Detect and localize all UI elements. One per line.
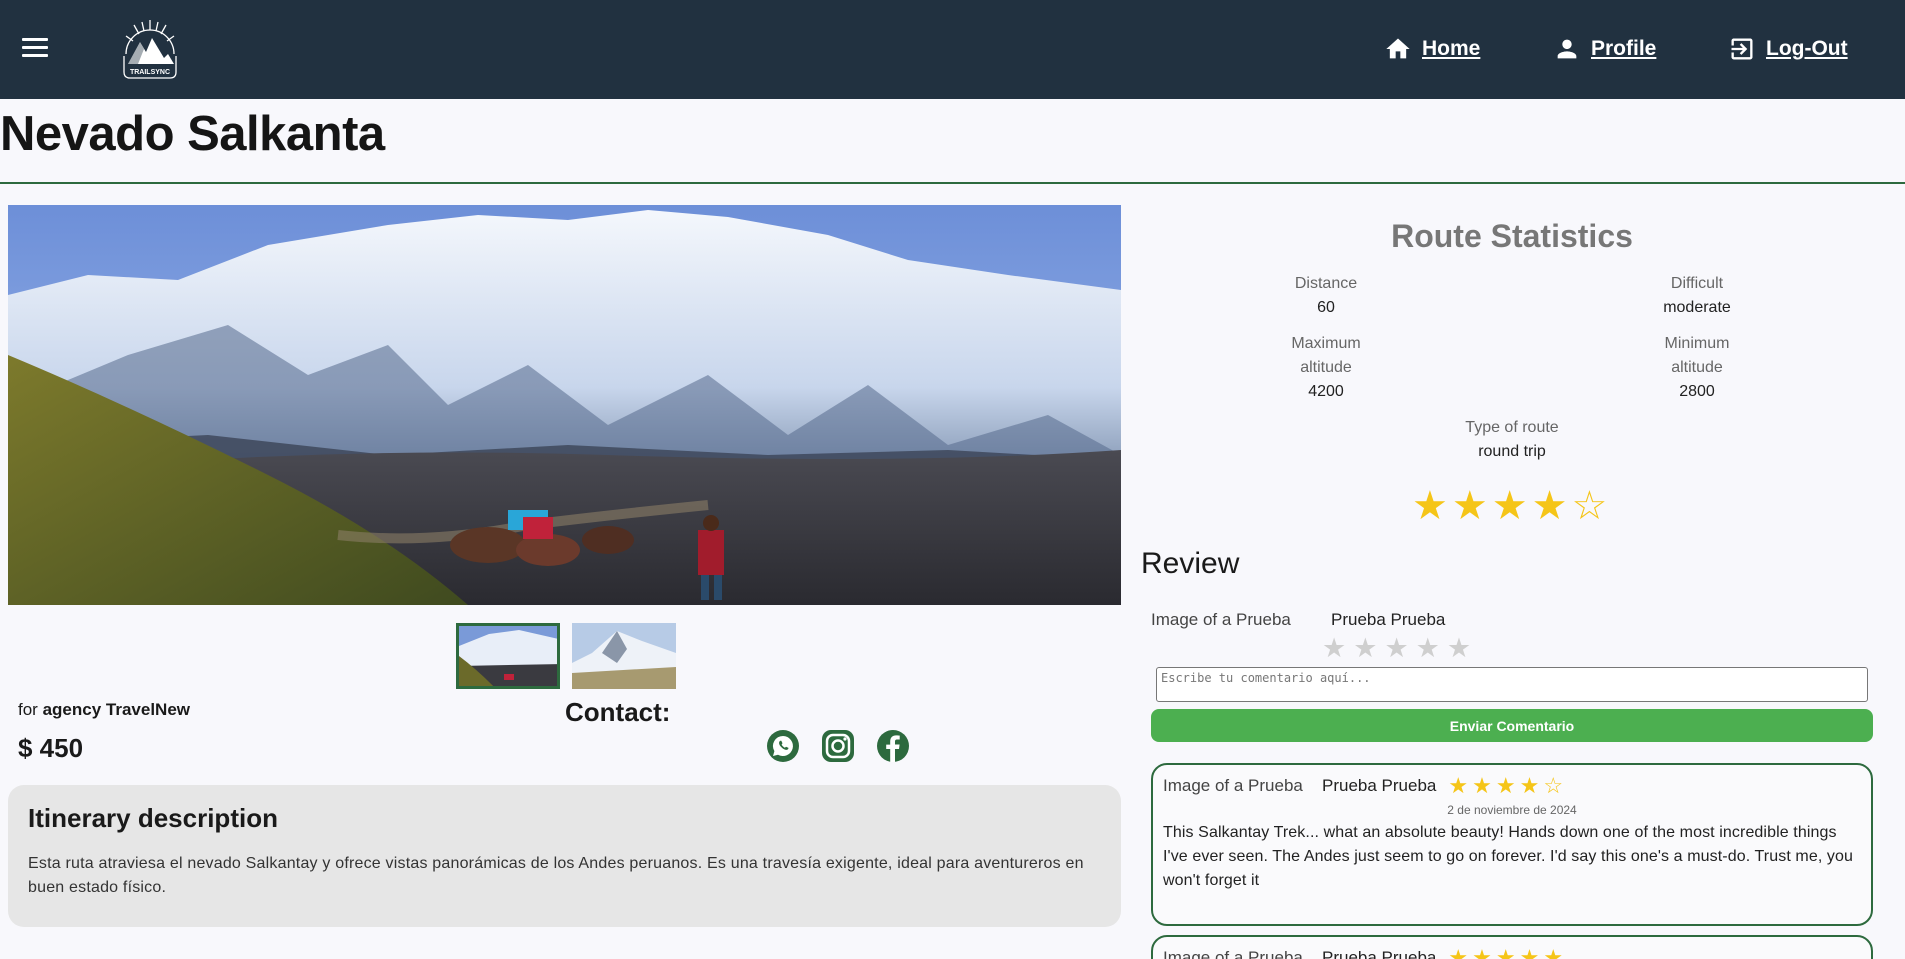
star-picker-1-icon[interactable]: ★ [1322, 633, 1346, 664]
nav-logout-label: Log-Out [1766, 37, 1848, 60]
review-comment-input[interactable] [1156, 667, 1868, 702]
stat-max-altitude: Maximum altitude 4200 [1226, 332, 1426, 404]
whatsapp-icon[interactable] [765, 728, 801, 764]
star-filled-icon: ★ [1495, 945, 1516, 959]
logout-icon [1731, 38, 1753, 60]
star-filled-icon: ★ [1495, 773, 1516, 798]
review-card-header: Image of a Prueba Prueba Prueba ★ ★ ★ ★ ★ [1163, 947, 1861, 959]
stat-distance-label: Distance [1294, 275, 1358, 292]
star-filled-icon: ★ [1448, 945, 1469, 959]
review-card: Image of a Prueba Prueba Prueba ★ ★ ★ ★ ★ [1151, 935, 1873, 959]
review-title: Review [1141, 547, 1240, 580]
review-card-header: Image of a Prueba Prueba Prueba ★ ★ ★ ★ ☆ [1163, 775, 1861, 797]
nav-home-label: Home [1422, 37, 1481, 60]
star-picker-4-icon[interactable]: ★ [1416, 633, 1440, 664]
review-rating-stars: ★ ★ ★ ★ ☆ [1448, 775, 1563, 797]
star-picker-2-icon[interactable]: ★ [1353, 633, 1377, 664]
stat-min-altitude-label-1: Minimum [1664, 335, 1730, 352]
hamburger-menu-icon[interactable] [22, 38, 48, 62]
stat-difficult-value: moderate [1663, 299, 1731, 316]
review-text: This Salkantay Trek... what an absolute … [1163, 824, 1854, 889]
stat-min-altitude: Minimum altitude 2800 [1597, 332, 1797, 404]
home-icon [1386, 38, 1410, 59]
review-form-avatar: Image of a Prueba [1151, 610, 1291, 629]
review-form-star-picker[interactable]: ★ ★ ★ ★ ★ [1322, 633, 1471, 664]
agency-prefix: for [18, 700, 38, 719]
star-filled-icon: ★ [1448, 773, 1469, 798]
star-filled-icon: ★ [1543, 945, 1564, 959]
review-card: Image of a Prueba Prueba Prueba ★ ★ ★ ★ ☆ 2 … [1151, 763, 1873, 926]
route-statistics-title: Route Statistics [1391, 218, 1633, 254]
stat-distance-value: 60 [1317, 299, 1335, 316]
stat-max-altitude-label-2: altitude [1300, 359, 1352, 376]
stat-max-altitude-value: 4200 [1308, 383, 1344, 400]
contact-label: Contact: [565, 697, 671, 727]
review-author-name: Prueba Prueba [1322, 948, 1437, 959]
agency-line: for agency TravelNew [18, 700, 190, 720]
itinerary-title: Itinerary description [28, 803, 278, 833]
page-title: Nevado Salkanta [0, 107, 385, 161]
instagram-icon[interactable] [820, 728, 856, 764]
star-filled-icon: ★ [1412, 484, 1448, 528]
route-rating-stars: ★ ★ ★ ★ ☆ [1412, 484, 1607, 528]
nav-profile-link[interactable]: Profile [1553, 34, 1656, 64]
review-avatar: Image of a Prueba [1163, 776, 1303, 795]
route-price: $ 450 [18, 733, 84, 763]
itinerary-text: Esta ruta atraviesa el nevado Salkantay … [28, 855, 1084, 896]
stat-min-altitude-label-2: altitude [1671, 359, 1723, 376]
person-icon [1557, 39, 1577, 59]
star-empty-icon: ☆ [1543, 773, 1564, 798]
stat-route-type: Type of route round trip [1412, 416, 1612, 464]
star-filled-icon: ★ [1472, 945, 1492, 959]
route-main-image [8, 205, 1121, 605]
nav-home-link[interactable]: Home [1384, 34, 1480, 64]
thumbnail-image-1[interactable] [456, 623, 560, 689]
stat-distance: Distance 60 [1226, 272, 1426, 320]
review-rating-stars: ★ ★ ★ ★ ★ [1448, 947, 1563, 959]
star-picker-5-icon[interactable]: ★ [1447, 633, 1471, 664]
review-avatar: Image of a Prueba [1163, 948, 1303, 959]
review-form-username: Prueba Prueba [1331, 610, 1446, 629]
thumbnail-image-2[interactable] [572, 623, 676, 689]
star-filled-icon: ★ [1451, 484, 1488, 528]
title-divider [0, 182, 1905, 184]
star-picker-3-icon[interactable]: ★ [1384, 633, 1408, 664]
stat-route-type-value: round trip [1478, 443, 1546, 460]
star-empty-icon: ☆ [1571, 484, 1608, 528]
star-filled-icon: ★ [1491, 484, 1528, 528]
top-navbar: TRAILSYNC Home Profile Log-Out [0, 0, 1905, 99]
nav-logout-link[interactable]: Log-Out [1728, 34, 1848, 64]
stat-difficult-label: Difficult [1670, 275, 1724, 292]
agency-name: agency TravelNew [42, 700, 190, 719]
review-date: 2 de noviembre de 2024 [1447, 803, 1577, 817]
stat-route-type-label: Type of route [1465, 419, 1559, 436]
facebook-icon[interactable] [875, 728, 911, 764]
send-comment-button[interactable]: Enviar Comentario [1151, 709, 1873, 742]
stat-min-altitude-value: 2800 [1679, 383, 1715, 400]
stat-max-altitude-label-1: Maximum [1291, 335, 1361, 352]
star-filled-icon: ★ [1519, 773, 1540, 798]
review-author-name: Prueba Prueba [1322, 776, 1437, 795]
nav-profile-label: Profile [1591, 37, 1657, 60]
star-filled-icon: ★ [1472, 773, 1492, 798]
star-filled-icon: ★ [1519, 945, 1540, 959]
itinerary-box: Itinerary description Esta ruta atravies… [8, 785, 1121, 927]
trailsync-logo[interactable]: TRAILSYNC [120, 16, 180, 82]
star-filled-icon: ★ [1531, 484, 1568, 528]
logo-text: TRAILSYNC [130, 69, 170, 76]
stat-difficult: Difficult moderate [1597, 272, 1797, 320]
